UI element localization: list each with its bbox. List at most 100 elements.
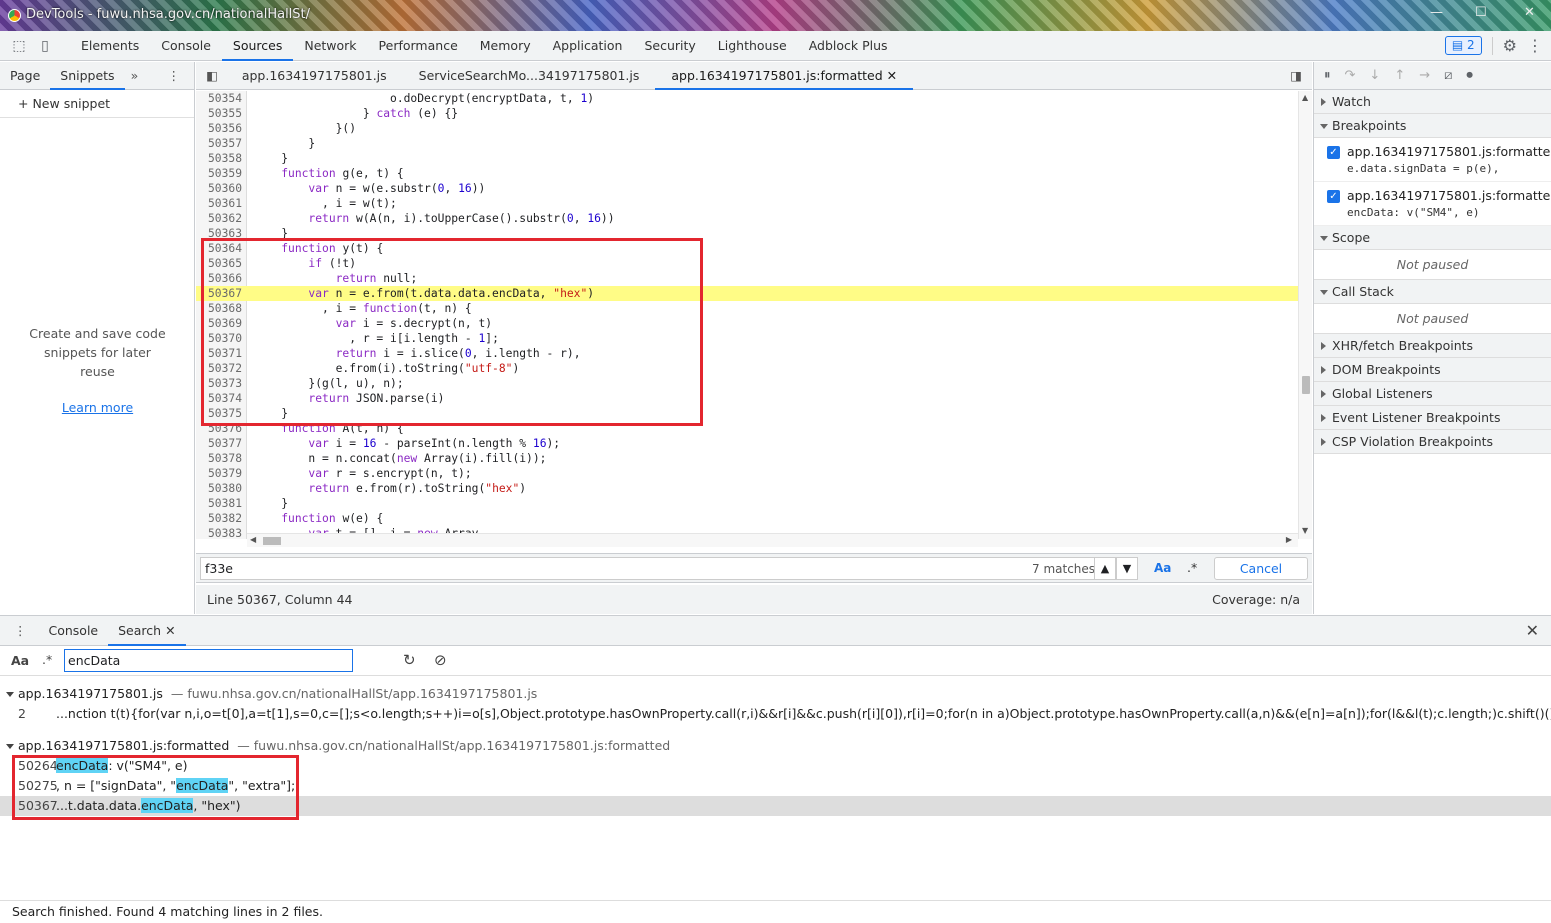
vertical-scroll-thumb[interactable]: [1302, 376, 1310, 394]
search-result-file[interactable]: app.1634197175801.js:formatted — fuwu.nhs…: [0, 736, 670, 756]
line-number[interactable]: 50366: [196, 271, 242, 286]
event-listener-breakpoints-section[interactable]: Event Listener Breakpoints: [1314, 406, 1551, 430]
device-toolbar-icon[interactable]: ▯: [34, 35, 56, 57]
csp-violation-breakpoints-section[interactable]: CSP Violation Breakpoints: [1314, 430, 1551, 454]
line-number[interactable]: 50355: [196, 106, 242, 121]
code-line[interactable]: 50354 o.doDecrypt(encryptData, t, 1): [196, 91, 1298, 106]
tab-console[interactable]: Console: [150, 31, 222, 61]
scroll-down-icon[interactable]: ▼: [1302, 526, 1308, 535]
code-line[interactable]: 50356 }(): [196, 121, 1298, 136]
line-number[interactable]: 50382: [196, 511, 242, 526]
search-result-line[interactable]: 2 ...nction t(t){for(var n,i,o=t[0],a=t[1…: [0, 704, 1551, 724]
close-tab-icon[interactable]: ✕: [887, 68, 897, 83]
code-line[interactable]: 50362 return w(A(n, i).toUpperCase().sub…: [196, 211, 1298, 226]
more-tabs-chevron-icon[interactable]: »: [131, 68, 139, 83]
new-snippet-button[interactable]: + New snippet: [0, 90, 194, 118]
tab-adblock-plus[interactable]: Adblock Plus: [798, 31, 899, 61]
call-stack-section[interactable]: Call Stack: [1314, 280, 1551, 304]
line-number[interactable]: 50359: [196, 166, 242, 181]
tab-sources[interactable]: Sources: [221, 31, 294, 61]
line-number[interactable]: 50369: [196, 316, 242, 331]
navigator-menu-icon[interactable]: ⋮: [168, 68, 181, 83]
code-line[interactable]: 50378 n = n.concat(new Array(i).fill(i))…: [196, 451, 1298, 466]
line-number[interactable]: 50365: [196, 256, 242, 271]
line-number[interactable]: 50381: [196, 496, 242, 511]
pause-on-exceptions-icon[interactable]: ⏺: [1466, 68, 1473, 83]
regex-toggle[interactable]: .*: [1187, 560, 1197, 575]
code-line[interactable]: 50380 return e.from(r).toString("hex"): [196, 481, 1298, 496]
horizontal-scrollbar[interactable]: ◀ ▶: [247, 533, 1298, 547]
line-number[interactable]: 50375: [196, 406, 242, 421]
breakpoint-checkbox[interactable]: ✓: [1327, 146, 1340, 159]
code-line[interactable]: 50379 var r = s.encrypt(n, t);: [196, 466, 1298, 481]
toggle-navigator-icon[interactable]: ◧: [206, 68, 218, 83]
code-line[interactable]: 50375 }: [196, 406, 1298, 421]
step-out-icon[interactable]: ↑: [1394, 68, 1405, 83]
scroll-left-icon[interactable]: ◀: [250, 535, 256, 544]
clear-search-icon[interactable]: ⊘: [434, 651, 447, 669]
minimize-icon[interactable]: —: [1430, 5, 1443, 20]
refresh-search-icon[interactable]: ↻: [403, 651, 416, 669]
step-icon[interactable]: →: [1419, 68, 1430, 83]
dom-breakpoints-section[interactable]: DOM Breakpoints: [1314, 358, 1551, 382]
line-number[interactable]: 50362: [196, 211, 242, 226]
xhr-breakpoints-section[interactable]: XHR/fetch Breakpoints: [1314, 334, 1551, 358]
toggle-debugger-icon[interactable]: ◨: [1290, 68, 1302, 83]
code-line[interactable]: 50360 var n = w(e.substr(0, 16)): [196, 181, 1298, 196]
breakpoint-item[interactable]: ✓ app.1634197175801.js:formatte... e.dat…: [1314, 138, 1551, 182]
close-drawer-icon[interactable]: ✕: [1526, 621, 1539, 640]
code-line[interactable]: 50357 }: [196, 136, 1298, 151]
tab-security[interactable]: Security: [633, 31, 706, 61]
match-case-toggle[interactable]: Aa: [1154, 561, 1171, 575]
find-next-button[interactable]: ▼: [1116, 557, 1138, 580]
code-area[interactable]: 50354 o.doDecrypt(encryptData, t, 1) 5035…: [196, 91, 1298, 539]
scroll-right-icon[interactable]: ▶: [1286, 535, 1292, 544]
code-line[interactable]: 50366 return null;: [196, 271, 1298, 286]
search-result-file[interactable]: app.1634197175801.js — fuwu.nhsa.gov.cn/n…: [0, 684, 537, 704]
code-line[interactable]: 50359 function g(e, t) {: [196, 166, 1298, 181]
line-number[interactable]: 50357: [196, 136, 242, 151]
issues-badge[interactable]: ▤ 2: [1444, 36, 1482, 55]
code-line[interactable]: 50369 var i = s.decrypt(n, t): [196, 316, 1298, 331]
line-number[interactable]: 50367: [196, 286, 242, 301]
breakpoints-section[interactable]: Breakpoints: [1314, 114, 1551, 138]
code-line[interactable]: 50372 e.from(i).toString("utf-8"): [196, 361, 1298, 376]
tab-network[interactable]: Network: [293, 31, 367, 61]
line-number[interactable]: 50368: [196, 301, 242, 316]
close-window-icon[interactable]: ✕: [1524, 5, 1535, 20]
code-line[interactable]: 50358 }: [196, 151, 1298, 166]
line-number[interactable]: 50374: [196, 391, 242, 406]
editor-tab-servicesearch-js[interactable]: ServiceSearchMo...34197175801.js: [403, 62, 656, 90]
search-result-line[interactable]: 50264encData: v("SM4", e): [0, 756, 1551, 776]
settings-gear-icon[interactable]: ⚙: [1503, 36, 1517, 55]
maximize-icon[interactable]: ☐: [1475, 5, 1487, 20]
find-previous-button[interactable]: ▲: [1094, 557, 1116, 580]
code-line[interactable]: 50370 , r = i[i.length - 1];: [196, 331, 1298, 346]
code-line[interactable]: 50381 }: [196, 496, 1298, 511]
drawer-tab-console[interactable]: Console: [39, 616, 109, 646]
scroll-up-icon[interactable]: ▲: [1302, 93, 1308, 102]
code-line[interactable]: 50374 return JSON.parse(i): [196, 391, 1298, 406]
horizontal-scroll-thumb[interactable]: [263, 537, 281, 545]
code-line[interactable]: 50365 if (!t): [196, 256, 1298, 271]
step-over-icon[interactable]: ↷: [1345, 68, 1356, 83]
breakpoint-checkbox[interactable]: ✓: [1327, 190, 1340, 203]
tab-application[interactable]: Application: [542, 31, 634, 61]
search-result-line-selected[interactable]: 50367...t.data.data.encData, "hex"): [0, 796, 1551, 816]
inspect-element-icon[interactable]: ⬚: [8, 35, 30, 57]
line-number[interactable]: 50376: [196, 421, 242, 436]
line-number[interactable]: 50370: [196, 331, 242, 346]
editor-tab-app-js[interactable]: app.1634197175801.js: [226, 62, 403, 90]
line-number[interactable]: 50363: [196, 226, 242, 241]
code-line[interactable]: 50377 var i = 16 - parseInt(n.length % 1…: [196, 436, 1298, 451]
navigator-tab-snippets[interactable]: Snippets: [50, 62, 125, 90]
code-line[interactable]: 50364 function y(t) {: [196, 241, 1298, 256]
line-number[interactable]: 50356: [196, 121, 242, 136]
code-line[interactable]: 50361 , i = w(t);: [196, 196, 1298, 211]
more-options-icon[interactable]: ⋮: [1527, 36, 1543, 55]
line-number[interactable]: 50364: [196, 241, 242, 256]
search-match-case-toggle[interactable]: Aa: [11, 653, 29, 668]
editor-tab-app-formatted[interactable]: app.1634197175801.js:formatted ✕: [655, 62, 914, 90]
code-line[interactable]: 50373 }(g(l, u), n);: [196, 376, 1298, 391]
tab-elements[interactable]: Elements: [70, 31, 150, 61]
